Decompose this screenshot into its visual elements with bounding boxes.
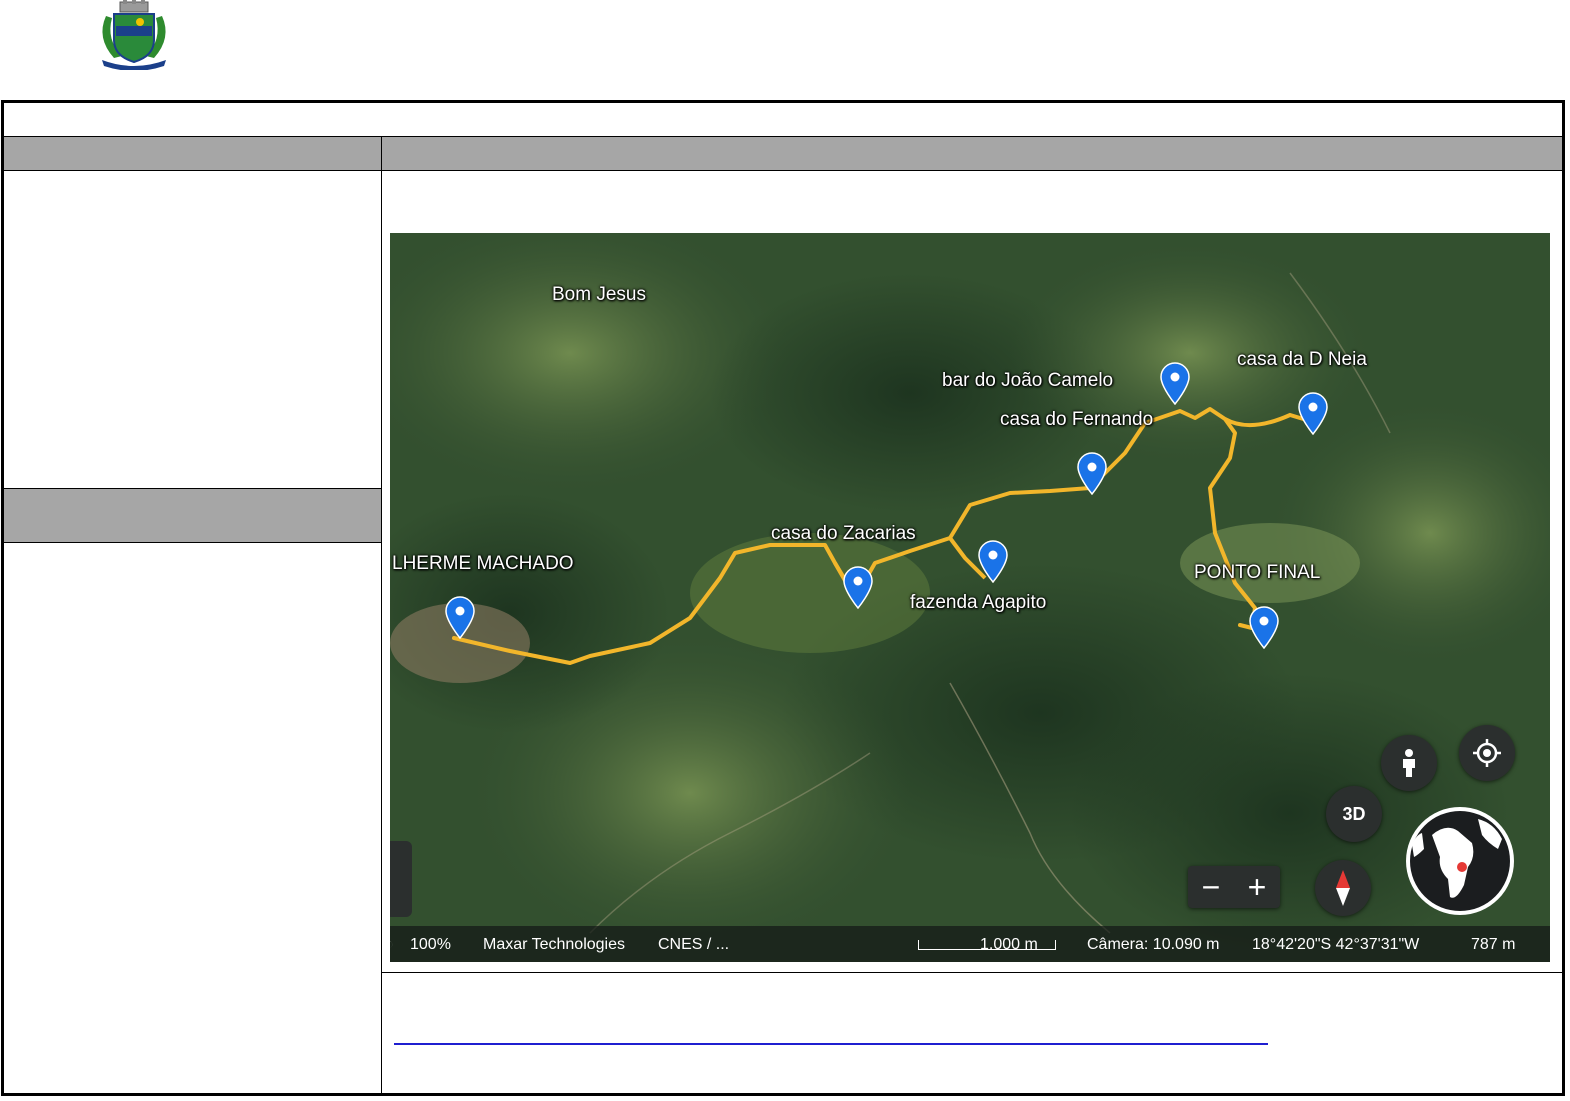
map-pin-icon[interactable] [841,565,875,609]
coordinates-readout: 18°42'20"S 42°37'31"W [1252,936,1420,953]
label-bom-jesus: Bom Jesus [552,284,646,305]
label-bar-joao-camelo: bar do João Camelo [942,370,1114,391]
map-link[interactable] [394,1043,1268,1045]
zoom-percent: 100% [410,936,451,953]
map-pin-icon[interactable] [976,539,1010,583]
scale-bar [918,940,1056,950]
3d-toggle-button[interactable]: 3D [1326,786,1382,842]
elevation-readout: 787 m [1471,936,1516,953]
label-guilherme-machado: LHERME MACHADO [392,553,574,574]
label-ponto-final: PONTO FINAL [1194,562,1321,583]
street-view-button[interactable] [1381,735,1437,791]
my-location-button[interactable] [1459,725,1515,781]
label-casa-zacarias: casa do Zacarias [771,523,916,544]
table-header-right [382,137,1562,171]
map-pin-icon[interactable] [443,595,477,639]
camera-altitude: Câmera: 10.090 m [1087,936,1220,953]
label-fazenda-agapito: fazenda Agapito [910,592,1047,613]
satellite-map[interactable]: Bom Jesus bar do João Camelo casa da D N… [390,233,1550,962]
table-title-row [4,103,1562,137]
imagery-credit[interactable]: Maxar Technologies [483,936,625,954]
globe-icon[interactable] [1402,805,1518,917]
zoom-controls: − + [1188,866,1280,908]
label-casa-d-neia: casa da D Neia [1237,349,1367,370]
table-link-cell [382,973,1562,1093]
compass-button[interactable] [1315,860,1371,916]
table-header-left [4,137,382,171]
table-left-header [4,489,382,543]
map-pin-icon[interactable] [1158,361,1192,405]
side-panel-tab[interactable] [390,841,412,917]
table-left-cell [4,171,382,489]
compass-icon [1336,870,1350,906]
label-casa-fernando: casa do Fernando [1000,409,1154,430]
table-left-bottom-cell [4,543,382,1093]
coat-of-arms-emblem [102,0,166,70]
pegman-icon [1403,749,1415,777]
cnes-credit[interactable]: CNES / ... [658,936,729,954]
map-pin-icon[interactable] [1296,391,1330,435]
zoom-out-button[interactable]: − [1188,866,1234,908]
map-pin-icon[interactable] [1247,605,1281,649]
map-status-bar: ◐ 100% Maxar Technologies CNES / ... 1.0… [390,926,1550,962]
map-pin-icon[interactable] [1075,451,1109,495]
zoom-in-button[interactable]: + [1234,866,1280,908]
locate-icon [1473,739,1501,767]
globe-small-icon: ◐ [390,936,394,954]
